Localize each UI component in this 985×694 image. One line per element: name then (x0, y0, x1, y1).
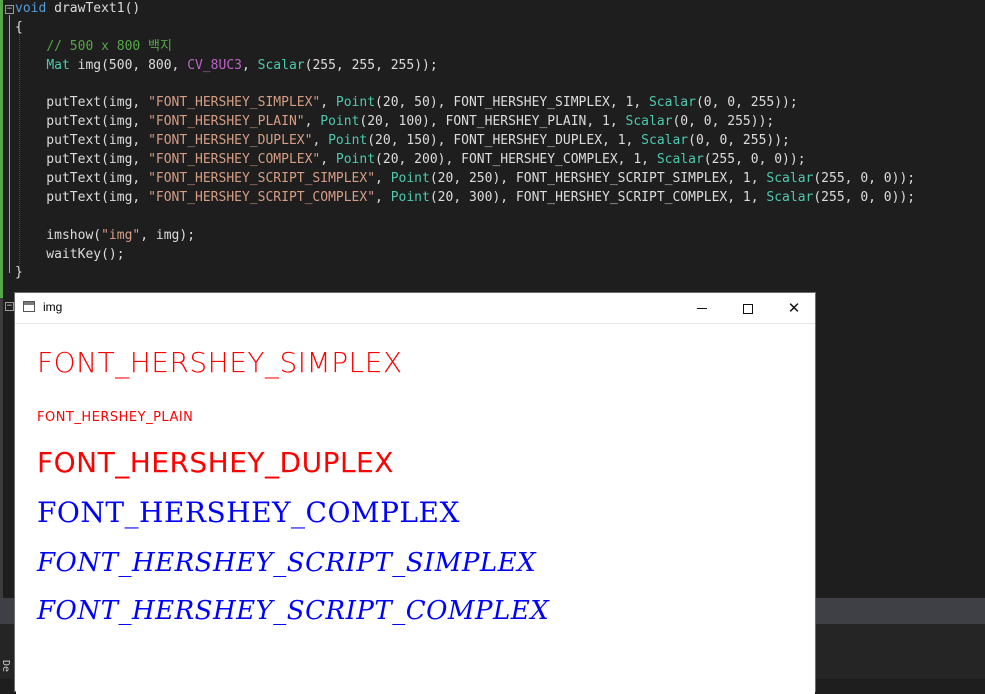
code-token: (20, 50), FONT_HERSHEY_SIMPLEX, 1, (375, 95, 649, 111)
code-token: "FONT_HERSHEY_SIMPLEX" (148, 95, 321, 111)
code-token: , (304, 114, 321, 130)
code-line[interactable]: imshow("img", img); (15, 227, 915, 246)
code-token: putText(img, (15, 114, 149, 130)
code-line[interactable]: putText(img, "FONT_HERSHEY_SIMPLEX", Poi… (15, 94, 915, 113)
code-token: "FONT_HERSHEY_DUPLEX" (148, 133, 313, 149)
code-line[interactable]: putText(img, "FONT_HERSHEY_SCRIPT_SIMPLE… (15, 170, 915, 189)
code-token: Point (335, 152, 376, 168)
code-token: (20, 250), FONT_HERSHEY_SCRIPT_SIMPLEX, … (429, 171, 767, 187)
code-token: img(500, 800, (69, 57, 188, 73)
maximize-icon (743, 303, 753, 314)
code-token: "FONT_HERSHEY_COMPLEX" (148, 152, 321, 168)
code-token: // 500 x 800 백지 (46, 38, 172, 54)
code-token: "FONT_HERSHEY_SCRIPT_SIMPLEX" (148, 171, 376, 187)
text-hershey-complex: FONT_HERSHEY_COMPLEX (37, 496, 460, 529)
code-token: { (15, 19, 23, 35)
code-token: imshow( (15, 227, 102, 243)
text-hershey-script-complex: FONT_HERSHEY_SCRIPT_COMPLEX (37, 596, 550, 626)
code-token: void (15, 1, 47, 16)
change-indicator-bar (0, 0, 3, 298)
side-tab-label[interactable]: De (0, 660, 11, 672)
text-hershey-simplex: FONT_HERSHEY_SIMPLEX (37, 346, 403, 379)
code-token: Scalar (641, 133, 689, 149)
code-token: putText(img, (15, 189, 149, 205)
minimize-button[interactable] (679, 293, 725, 323)
code-token: , (375, 189, 391, 205)
code-token: putText(img, (15, 152, 149, 168)
code-line[interactable]: // 500 x 800 백지 (15, 38, 915, 57)
code-token: waitKey(); (15, 246, 125, 262)
gutter-margin (0, 298, 3, 598)
code-token: "FONT_HERSHEY_PLAIN" (148, 114, 305, 130)
code-line[interactable]: putText(img, "FONT_HERSHEY_SCRIPT_COMPLE… (15, 189, 915, 208)
code-token: Scalar (656, 152, 704, 168)
code-token: , (320, 152, 336, 168)
code-token: Scalar (648, 95, 696, 111)
close-icon: ✕ (787, 299, 801, 317)
code-token: (0, 0, 255)); (695, 95, 798, 111)
code-token: (255, 255, 255)); (304, 57, 438, 73)
code-token: (0, 0, 255)); (672, 114, 775, 130)
minimize-icon (697, 308, 707, 309)
code-token: CV_8UC3 (187, 57, 242, 73)
code-token: (20, 150), FONT_HERSHEY_DUPLEX, 1, (367, 133, 642, 149)
code-token: (255, 0, 0)); (813, 189, 916, 205)
code-line[interactable]: putText(img, "FONT_HERSHEY_DUPLEX", Poin… (15, 132, 915, 151)
text-hershey-script-simplex: FONT_HERSHEY_SCRIPT_SIMPLEX (37, 548, 537, 578)
image-window[interactable]: img ✕ FONT_HERSHEY_SIMPLEX FONT_HERSHEY_… (14, 292, 816, 694)
code-token: Point (335, 95, 376, 111)
code-token: , (242, 57, 258, 73)
code-token: (20, 200), FONT_HERSHEY_COMPLEX, 1, (375, 152, 657, 168)
code-token: } (15, 265, 23, 281)
code-line[interactable]: } (15, 264, 915, 283)
code-line[interactable] (15, 208, 915, 227)
code-text[interactable]: void drawText1(){ // 500 x 800 백지 Mat im… (15, 0, 915, 283)
code-line[interactable]: putText(img, "FONT_HERSHEY_COMPLEX", Poi… (15, 151, 915, 170)
app-window-icon (23, 301, 35, 312)
image-canvas: FONT_HERSHEY_SIMPLEX FONT_HERSHEY_PLAIN … (16, 324, 815, 694)
code-token: , img); (140, 227, 196, 243)
code-token: , (375, 171, 391, 187)
code-token: Scalar (766, 189, 814, 205)
code-token: drawText1() (46, 1, 141, 16)
code-line[interactable] (15, 76, 915, 95)
code-token: (20, 100), FONT_HERSHEY_PLAIN, 1, (359, 114, 626, 130)
close-button[interactable]: ✕ (771, 293, 817, 323)
code-token: (0, 0, 255)); (688, 133, 790, 149)
code-line[interactable]: void drawText1() (15, 0, 915, 19)
code-token: putText(img, (15, 95, 149, 111)
code-line[interactable]: Mat img(500, 800, CV_8UC3, Scalar(255, 2… (15, 57, 915, 76)
fold-range-line (9, 15, 10, 273)
code-token: Mat (46, 57, 70, 73)
code-line[interactable]: waitKey(); (15, 246, 915, 265)
code-line[interactable]: putText(img, "FONT_HERSHEY_PLAIN", Point… (15, 113, 915, 132)
code-line[interactable]: { (15, 19, 915, 38)
code-token: (255, 0, 0)); (813, 171, 916, 187)
code-token: putText(img, (15, 171, 149, 187)
code-token: Point (320, 114, 360, 130)
window-title: img (43, 300, 63, 314)
code-token: Point (328, 133, 368, 149)
code-token: "img" (101, 227, 141, 243)
code-token: putText(img, (15, 133, 149, 149)
code-token: , (312, 133, 329, 149)
code-token: Scalar (625, 114, 673, 130)
fold-collapse-icon[interactable]: − (5, 5, 14, 14)
code-token: Point (390, 171, 430, 187)
maximize-button[interactable] (725, 293, 771, 323)
text-hershey-duplex: FONT_HERSHEY_DUPLEX (37, 446, 394, 479)
code-token: Scalar (766, 171, 814, 187)
text-hershey-plain: FONT_HERSHEY_PLAIN (37, 410, 194, 425)
fold-collapse-icon-2[interactable]: − (5, 302, 14, 311)
code-token: "FONT_HERSHEY_SCRIPT_COMPLEX" (148, 189, 376, 205)
code-token: (255, 0, 0)); (703, 152, 806, 168)
code-token: Scalar (257, 57, 305, 73)
window-titlebar[interactable]: img ✕ (15, 293, 815, 324)
code-token: , (320, 95, 336, 111)
code-token: (20, 300), FONT_HERSHEY_SCRIPT_COMPLEX, … (429, 189, 767, 205)
code-token: Point (390, 189, 430, 205)
